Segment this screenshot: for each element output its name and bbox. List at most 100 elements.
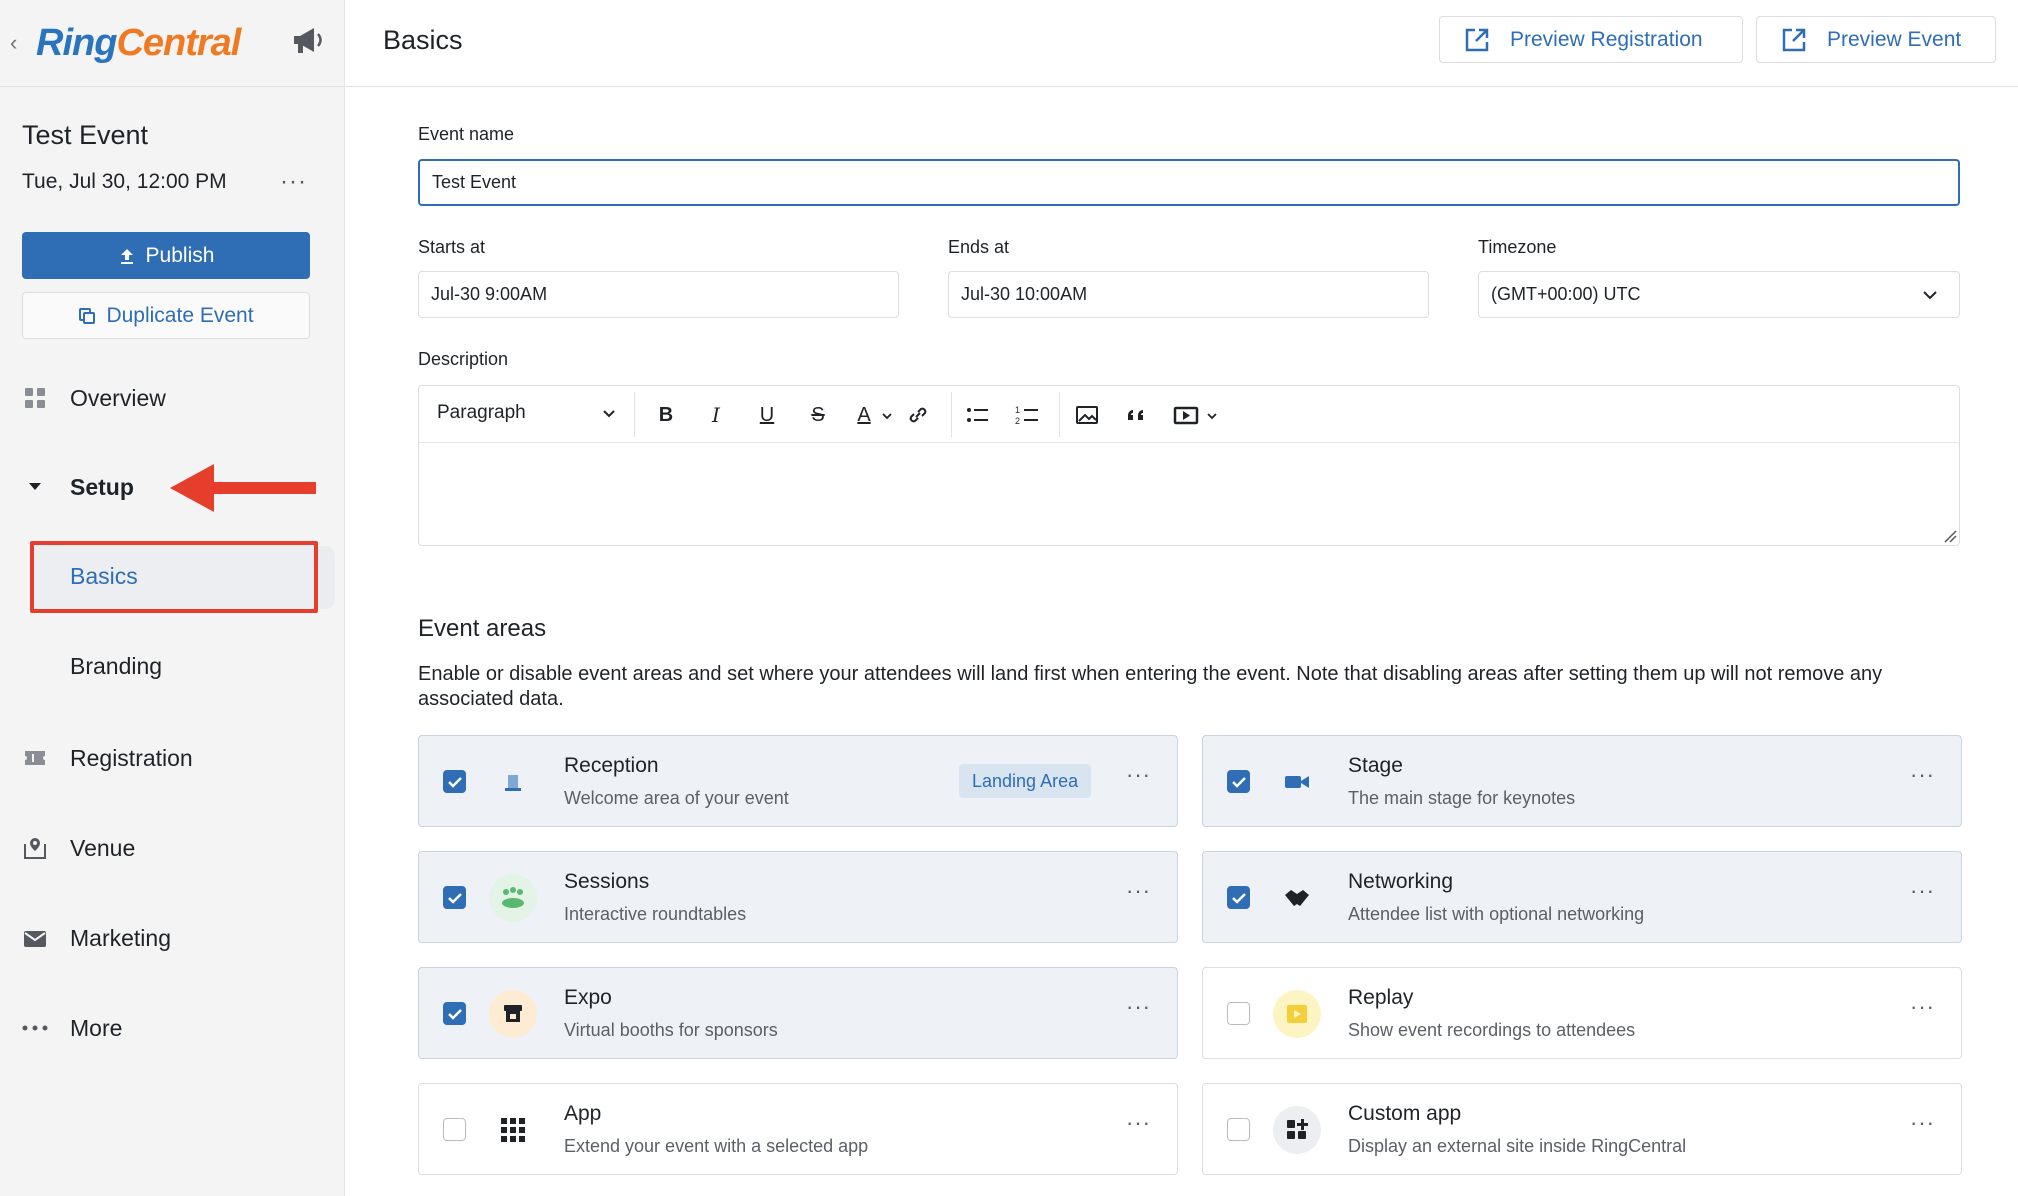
description-label: Description — [418, 349, 509, 369]
more-options-icon[interactable]: ··· — [1910, 1110, 1935, 1136]
sidebar-item-marketing[interactable]: Marketing — [22, 918, 171, 958]
ends-at-input[interactable]: Jul-30 10:00AM — [948, 271, 1429, 318]
publish-label: Publish — [145, 243, 215, 267]
back-chevron-icon[interactable]: ‹ — [10, 30, 32, 56]
event-area-card-networking[interactable]: Networking Attendee list with optional n… — [1202, 851, 1962, 943]
sessions-checkbox[interactable] — [443, 886, 466, 909]
publish-button[interactable]: Publish — [22, 232, 310, 279]
page-header: Basics Preview Registration Preview Even… — [345, 0, 2018, 87]
area-name: App — [564, 1102, 602, 1125]
more-options-icon[interactable]: ··· — [1910, 994, 1935, 1020]
event-more-options-icon[interactable]: ··· — [280, 168, 307, 196]
video-camera-icon — [1273, 758, 1321, 806]
event-areas-description: Enable or disable event areas and set wh… — [418, 663, 1883, 710]
link-icon[interactable] — [903, 400, 933, 430]
event-area-card-stage[interactable]: Stage The main stage for keynotes ··· — [1202, 735, 1962, 827]
mail-icon — [22, 925, 48, 951]
sidebar-item-branding[interactable]: Branding — [70, 653, 162, 680]
area-name: Sessions — [564, 870, 650, 893]
underline-icon[interactable]: U — [752, 400, 782, 430]
chevron-down-icon[interactable] — [881, 410, 893, 422]
sidebar-item-overview[interactable]: Overview — [22, 378, 166, 418]
strikethrough-icon[interactable]: S — [803, 400, 833, 430]
event-name-value: Test Event — [432, 172, 517, 192]
sidebar-item-setup[interactable]: Setup — [22, 467, 134, 507]
ticket-icon — [22, 745, 48, 771]
media-embed-icon[interactable] — [1171, 400, 1201, 430]
more-options-icon[interactable]: ··· — [1126, 878, 1151, 904]
check-icon — [447, 776, 462, 788]
area-description: Interactive roundtables — [564, 904, 747, 924]
event-area-card-custom-app[interactable]: Custom app Display an external site insi… — [1202, 1083, 1962, 1175]
editor-toolbar: Paragraph B I U S A 12 — [419, 386, 1959, 443]
stage-checkbox[interactable] — [1227, 770, 1250, 793]
ends-at-label: Ends at — [948, 237, 1010, 257]
app-grid-icon — [489, 1106, 537, 1154]
megaphone-icon[interactable] — [290, 24, 326, 56]
networking-checkbox[interactable] — [1227, 886, 1250, 909]
sidebar-item-registration[interactable]: Registration — [22, 738, 193, 778]
sidebar-item-venue[interactable]: Venue — [22, 828, 135, 868]
toolbar-divider — [951, 392, 952, 437]
more-options-icon[interactable]: ··· — [1126, 1110, 1151, 1136]
event-name-label: Event name — [418, 124, 515, 144]
event-name-input[interactable]: Test Event — [418, 159, 1960, 206]
area-description: The main stage for keynotes — [1348, 788, 1576, 808]
area-description: Attendee list with optional networking — [1348, 904, 1645, 924]
ringcentral-logo: RingCentral — [36, 21, 241, 64]
app-checkbox[interactable] — [443, 1118, 466, 1141]
preview-event-button[interactable]: Preview Event — [1756, 16, 1996, 63]
sidebar-item-label: Marketing — [70, 924, 171, 951]
event-area-card-replay[interactable]: Replay Show event recordings to attendee… — [1202, 967, 1962, 1059]
description-editor[interactable]: Paragraph B I U S A 12 — [418, 385, 1960, 546]
italic-icon[interactable]: I — [701, 400, 731, 430]
preview-registration-button[interactable]: Preview Registration — [1439, 16, 1743, 63]
map-pin-icon — [22, 835, 48, 861]
numbered-list-icon[interactable]: 12 — [1013, 400, 1043, 430]
resize-handle-icon[interactable] — [1943, 529, 1957, 543]
external-link-icon — [1465, 28, 1489, 51]
sidebar-item-label: Venue — [70, 834, 136, 861]
reception-checkbox[interactable] — [443, 770, 466, 793]
sidebar-item-more[interactable]: More — [22, 1008, 122, 1048]
image-icon[interactable] — [1072, 400, 1102, 430]
chevron-down-icon[interactable] — [1206, 410, 1218, 422]
chevron-down-icon[interactable] — [601, 406, 617, 422]
event-area-card-expo[interactable]: Expo Virtual booths for sponsors ··· — [418, 967, 1178, 1059]
more-options-icon[interactable]: ··· — [1126, 762, 1151, 788]
handshake-icon — [1273, 874, 1321, 922]
event-area-card-reception[interactable]: Reception Welcome area of your event Lan… — [418, 735, 1178, 827]
area-name: Reception — [564, 754, 659, 777]
replay-checkbox[interactable] — [1227, 1002, 1250, 1025]
toolbar-divider — [1059, 392, 1060, 437]
check-icon — [1231, 776, 1246, 788]
sidebar-item-label: Setup — [70, 473, 134, 500]
expo-checkbox[interactable] — [443, 1002, 466, 1025]
roundtable-icon — [489, 874, 537, 922]
starts-at-value: Jul-30 9:00AM — [431, 284, 548, 304]
toolbar-divider — [634, 392, 635, 437]
event-title: Test Event — [22, 120, 149, 150]
replay-video-icon — [1273, 990, 1321, 1038]
area-description: Welcome area of your event — [564, 788, 789, 808]
starts-at-input[interactable]: Jul-30 9:00AM — [418, 271, 899, 318]
quote-icon[interactable] — [1122, 400, 1152, 430]
paragraph-style-select[interactable]: Paragraph — [437, 402, 526, 424]
custom-app-checkbox[interactable] — [1227, 1118, 1250, 1141]
area-name: Replay — [1348, 986, 1414, 1009]
svg-text:1: 1 — [1015, 405, 1020, 415]
duplicate-label: Duplicate Event — [106, 303, 254, 327]
sidebar-item-basics[interactable]: Basics — [70, 563, 138, 590]
text-color-icon[interactable]: A — [849, 400, 879, 430]
more-options-icon[interactable]: ··· — [1910, 878, 1935, 904]
booth-icon — [489, 990, 537, 1038]
bold-icon[interactable]: B — [651, 400, 681, 430]
more-options-icon[interactable]: ··· — [1910, 762, 1935, 788]
more-options-icon[interactable]: ··· — [1126, 994, 1151, 1020]
bulleted-list-icon[interactable] — [963, 400, 993, 430]
timezone-select[interactable]: (GMT+00:00) UTC — [1478, 271, 1960, 318]
event-area-card-sessions[interactable]: Sessions Interactive roundtables ··· — [418, 851, 1178, 943]
duplicate-event-button[interactable]: Duplicate Event — [22, 292, 310, 339]
event-area-card-app[interactable]: App Extend your event with a selected ap… — [418, 1083, 1178, 1175]
logo-row: ‹ RingCentral — [0, 0, 344, 87]
